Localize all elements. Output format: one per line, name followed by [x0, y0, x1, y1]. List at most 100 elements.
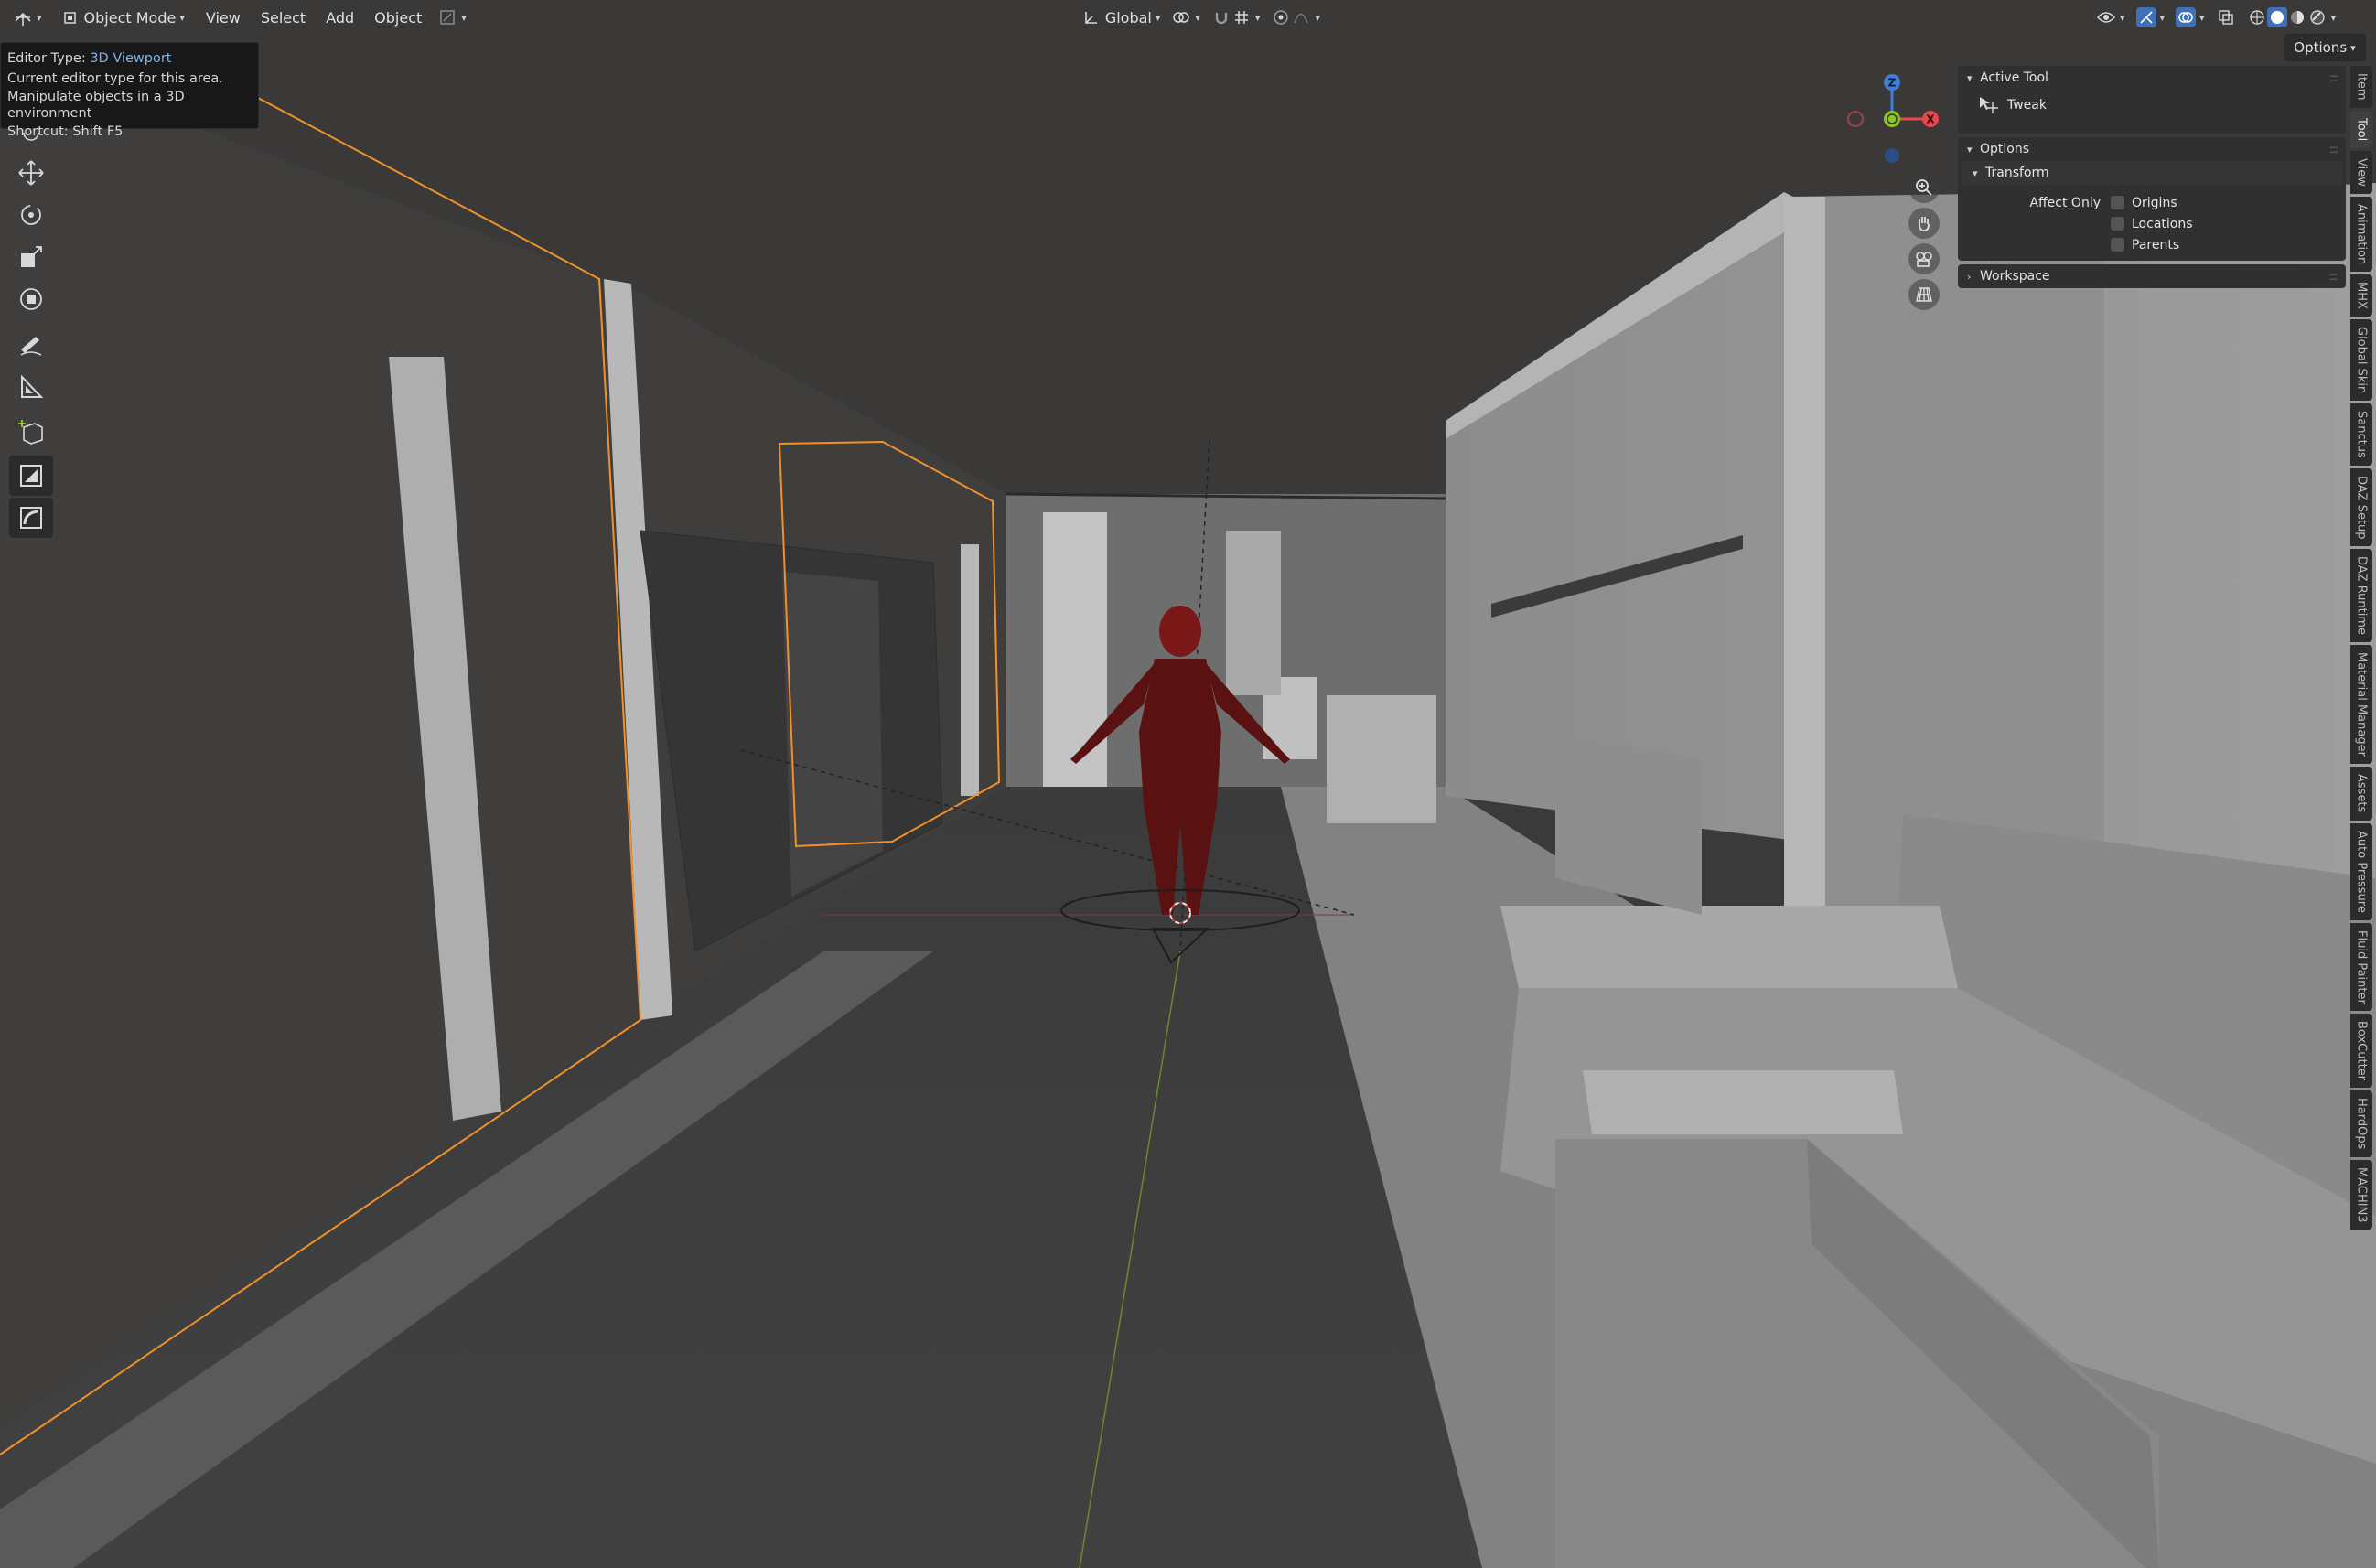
active-tool-panel: ▾ Active Tool :::: Tweak	[1958, 66, 2346, 134]
tab-tool[interactable]: Tool	[2350, 110, 2372, 148]
wireframe-shading-icon[interactable]	[2247, 7, 2267, 27]
tool-rotate[interactable]	[9, 194, 53, 236]
right-column-edge	[1784, 197, 1825, 915]
options-title: Options	[1980, 142, 2030, 156]
tool-annotate[interactable]	[9, 324, 53, 366]
origins-checkbox[interactable]	[2111, 196, 2124, 209]
box-cutter-icon	[20, 465, 42, 487]
tool-cursor[interactable]	[9, 128, 53, 152]
chevron-down-icon: ▾	[2199, 11, 2205, 24]
3d-viewport[interactable]: ▾ Object Mode ▾ View Select Add Object ▾…	[0, 0, 2376, 1568]
tab-hardops[interactable]: HardOps	[2350, 1090, 2372, 1157]
tab-label: MHX	[2354, 282, 2369, 309]
tab-animation[interactable]: Animation	[2350, 196, 2372, 272]
active-tool-row[interactable]: Tweak	[1958, 90, 2346, 121]
pan-button[interactable]	[1908, 208, 1940, 239]
workspace-header[interactable]: › Workspace ::::	[1958, 264, 2346, 288]
mode-dropdown[interactable]: Object Mode ▾	[55, 4, 190, 31]
chevron-down-icon: ▾	[37, 11, 42, 24]
zoom-button[interactable]	[1908, 172, 1940, 203]
tab-machin3[interactable]: MACHIN3	[2350, 1159, 2372, 1230]
tab-mhx[interactable]: MHX	[2350, 274, 2372, 317]
left-pillar-3	[961, 544, 979, 796]
locations-checkbox[interactable]	[2111, 217, 2124, 231]
perspective-toggle-button[interactable]	[1908, 279, 1940, 310]
tab-sanctus[interactable]: Sanctus	[2350, 403, 2372, 466]
material-shading-icon[interactable]	[2287, 7, 2307, 27]
editor-type-button[interactable]: ▾	[7, 4, 48, 31]
tool-measure[interactable]	[9, 366, 53, 408]
measure-icon	[21, 374, 44, 398]
affect-only-row-parents: Parents	[1958, 234, 2346, 255]
menu-add[interactable]: Add	[316, 9, 364, 27]
chevron-down-icon: ▾	[1973, 166, 1978, 179]
navigation-buttons	[1908, 172, 1941, 315]
gizmos-toggle[interactable]: ▾	[2131, 4, 2171, 31]
viewport-header: ▾ Object Mode ▾ View Select Add Object ▾…	[0, 0, 2376, 35]
tab-label: Animation	[2354, 203, 2369, 264]
tab-auto-pressure[interactable]: Auto Pressure	[2350, 822, 2372, 920]
gizmo-mode-dropdown[interactable]: ▾	[432, 4, 472, 31]
tab-daz-runtime[interactable]: DAZ Runtime	[2350, 549, 2372, 643]
menu-view[interactable]: View	[196, 9, 251, 27]
door-panel	[782, 572, 883, 897]
tab-boxcutter[interactable]: BoxCutter	[2350, 1014, 2372, 1089]
xray-toggle[interactable]	[2210, 4, 2242, 31]
pivot-dropdown[interactable]: ▾	[1166, 4, 1206, 31]
affect-only-row-origins: Affect Only Origins	[1958, 192, 2346, 213]
orientation-label: Global	[1104, 8, 1152, 27]
gizmo-neg-z-handle[interactable]	[1885, 148, 1899, 163]
pivot-icon	[1171, 7, 1191, 27]
options-header[interactable]: ▾ Options ::::	[1958, 137, 2346, 161]
tab-material-manager[interactable]: Material Manager	[2350, 645, 2372, 765]
drag-grip-icon[interactable]: ::::	[2329, 270, 2338, 283]
parents-checkbox[interactable]	[2111, 238, 2124, 252]
overlay-icon	[2176, 7, 2197, 27]
gizmo-y-handle[interactable]	[1884, 111, 1900, 127]
transform-subpanel-header[interactable]: ▾ Transform	[1962, 161, 2342, 185]
snap-toggle[interactable]: ▾	[1206, 4, 1266, 31]
tab-assets[interactable]: Assets	[2350, 767, 2372, 821]
overlays-toggle[interactable]: ▾	[2170, 4, 2210, 31]
camera-view-button[interactable]	[1908, 243, 1940, 274]
tool-move[interactable]	[9, 152, 53, 194]
solid-shading-icon[interactable]	[2266, 7, 2287, 27]
proportional-edit-toggle[interactable]: ▾	[1265, 4, 1326, 31]
orientation-dropdown[interactable]: Global ▾	[1076, 4, 1166, 31]
tool-transform[interactable]	[9, 278, 53, 320]
tool-add-cube[interactable]	[9, 412, 53, 454]
far-column	[1226, 531, 1281, 695]
chevron-down-icon: ▾	[2119, 11, 2125, 24]
drag-grip-icon[interactable]: ::::	[2329, 143, 2338, 156]
tool-box-cutter[interactable]	[9, 456, 53, 496]
tab-label: DAZ Runtime	[2354, 556, 2369, 636]
active-tool-header[interactable]: ▾ Active Tool ::::	[1958, 66, 2346, 90]
tool-scale[interactable]	[9, 236, 53, 278]
tab-global-skin[interactable]: Global Skin	[2350, 318, 2372, 402]
tab-fluid-painter[interactable]: Fluid Painter	[2350, 922, 2372, 1012]
chevron-down-icon: ▾	[1155, 11, 1161, 24]
tab-daz-setup[interactable]: DAZ Setup	[2350, 467, 2372, 547]
tweak-icon	[1980, 97, 1998, 113]
options-dropdown[interactable]: Options ▾	[2284, 34, 2366, 61]
tab-label: Item	[2354, 73, 2369, 101]
chevron-down-icon: ▾	[179, 11, 185, 24]
orientation-icon	[1081, 7, 1102, 27]
gizmo-x-label: X	[1926, 113, 1935, 126]
falloff-icon	[1291, 7, 1311, 27]
options-label: Options	[2294, 39, 2348, 56]
menu-object[interactable]: Object	[364, 9, 432, 27]
shading-mode-group[interactable]: ▾	[2242, 4, 2342, 31]
tab-item[interactable]: Item	[2350, 66, 2372, 108]
drag-grip-icon[interactable]: ::::	[2329, 71, 2338, 84]
hand-icon	[1919, 217, 1930, 231]
rendered-shading-icon[interactable]	[2307, 7, 2328, 27]
menu-select[interactable]: Select	[251, 9, 316, 27]
tool-hard-ops[interactable]	[9, 498, 53, 538]
tab-view[interactable]: View	[2350, 150, 2372, 194]
workspace-title: Workspace	[1980, 269, 2050, 284]
navigation-gizmo[interactable]: Z X	[1839, 64, 1967, 183]
visibility-dropdown[interactable]: ▾	[2091, 4, 2131, 31]
gizmo-neg-x-handle[interactable]	[1847, 111, 1864, 127]
chevron-down-icon: ▾	[461, 11, 467, 24]
